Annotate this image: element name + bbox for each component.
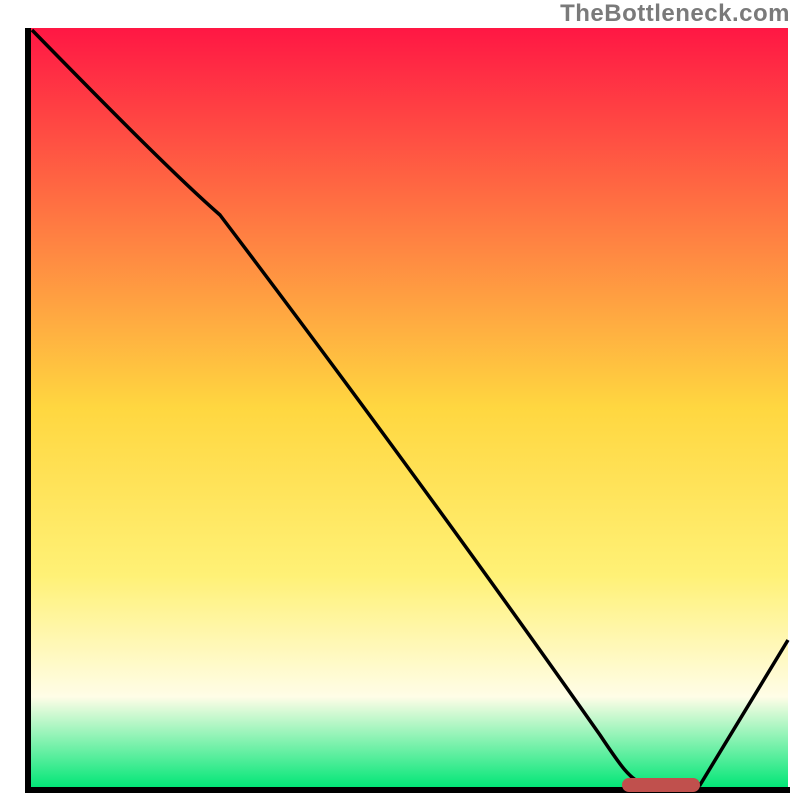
chart-container: TheBottleneck.com (0, 0, 800, 800)
chart-svg (0, 0, 800, 800)
optimal-range-marker (622, 778, 700, 792)
